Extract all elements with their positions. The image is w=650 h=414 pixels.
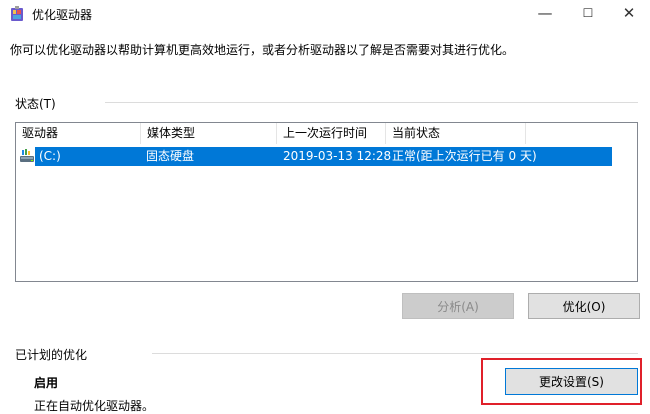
status-separator	[105, 102, 638, 103]
scheduled-section-label: 已计划的优化	[15, 348, 88, 362]
maximize-button[interactable]: ☐	[568, 0, 608, 26]
title-bar: 优化驱动器 — ☐ ✕	[0, 0, 650, 30]
drive-status: 正常(距上次运行已有 0 天)	[392, 149, 537, 163]
drive-last-run: 2019-03-13 12:28	[283, 149, 392, 163]
window-title: 优化驱动器	[32, 8, 93, 22]
schedule-detail: 正在自动优化驱动器。	[34, 399, 155, 413]
column-header-last-run[interactable]: 上一次运行时间	[277, 123, 386, 144]
drive-name: (C:)	[39, 149, 61, 163]
defrag-app-icon	[10, 6, 24, 22]
description-text: 你可以优化驱动器以帮助计算机更高效地运行，或者分析驱动器以了解是否需要对其进行优…	[10, 43, 515, 57]
column-header-media-type[interactable]: 媒体类型	[141, 123, 277, 144]
column-header-drive[interactable]: 驱动器	[16, 123, 141, 144]
status-section-label: 状态(T)	[15, 97, 56, 111]
close-button[interactable]: ✕	[609, 0, 649, 26]
schedule-state: 启用	[34, 376, 59, 390]
drive-icon	[19, 148, 35, 164]
drive-list[interactable]: 驱动器 媒体类型 上一次运行时间 当前状态 (C:) 固态硬盘 2019-03-…	[15, 122, 638, 282]
scheduled-separator	[152, 353, 638, 354]
analyze-button[interactable]: 分析(A)	[402, 293, 514, 319]
drive-media-type: 固态硬盘	[146, 149, 195, 163]
drive-row-c[interactable]: (C:) 固态硬盘 2019-03-13 12:28 正常(距上次运行已有 0 …	[35, 147, 612, 166]
column-header-current-status[interactable]: 当前状态	[386, 123, 526, 144]
optimize-button[interactable]: 优化(O)	[528, 293, 640, 319]
minimize-button[interactable]: —	[525, 0, 565, 26]
annotation-highlight-box	[481, 358, 642, 405]
